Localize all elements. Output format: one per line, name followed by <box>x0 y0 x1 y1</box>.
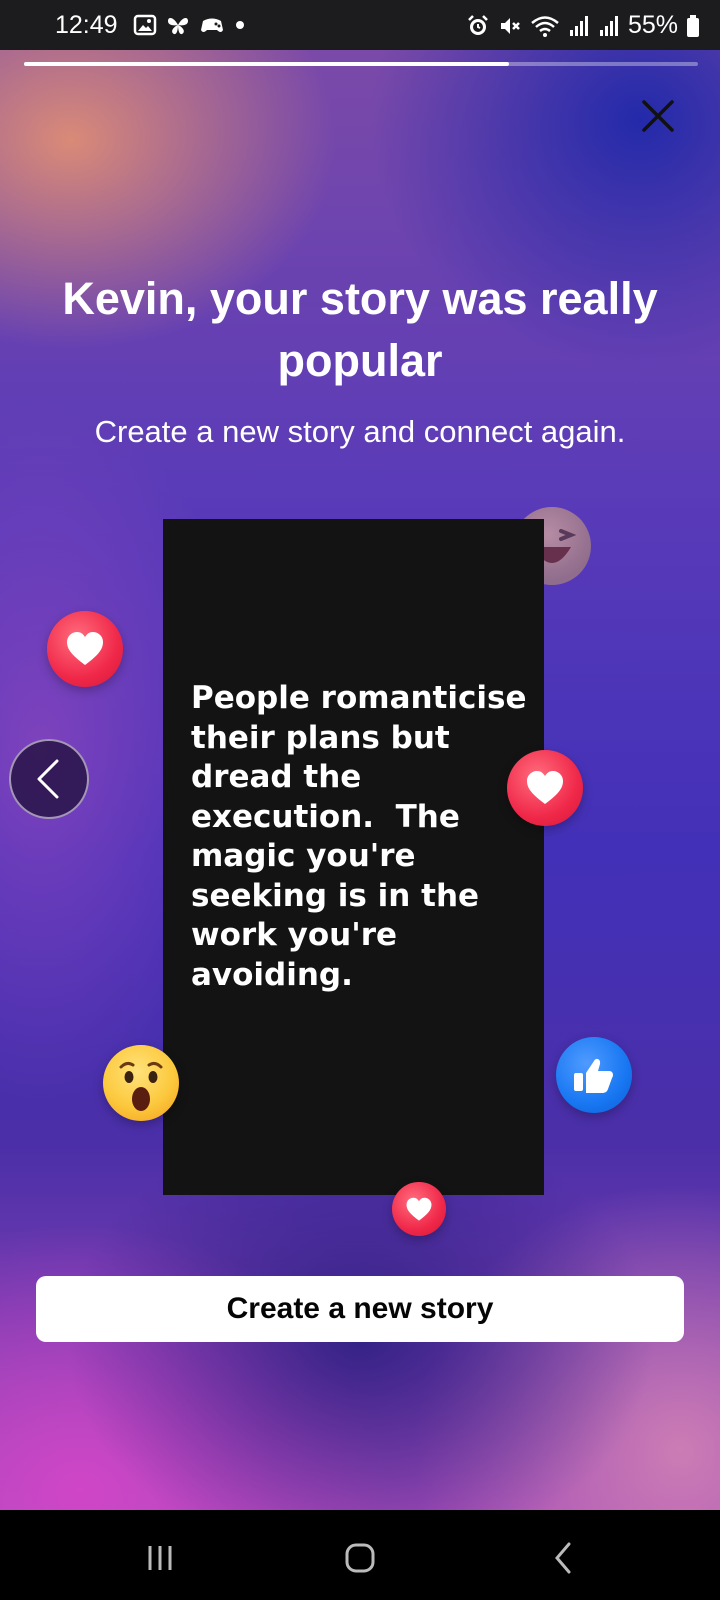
recent-apps-button[interactable] <box>140 1538 180 1578</box>
alarm-icon <box>468 14 488 35</box>
notification-icons <box>133 13 247 37</box>
heart-icon <box>406 1197 432 1221</box>
battery-percent: 55% <box>627 11 678 39</box>
signal-icon <box>599 15 618 36</box>
home-button[interactable] <box>340 1538 380 1578</box>
close-button[interactable] <box>636 94 680 138</box>
wow-emoji <box>103 1045 179 1121</box>
create-new-story-button[interactable]: Create a new story <box>36 1276 684 1342</box>
like-emoji <box>556 1037 632 1113</box>
story-progress-fill <box>24 62 510 66</box>
recent-apps-icon <box>148 1546 172 1570</box>
butterfly-icon <box>168 17 188 35</box>
wifi-icon <box>531 15 559 37</box>
battery-icon <box>687 14 699 37</box>
page-title: Kevin, your story was really popular <box>62 273 658 386</box>
chevron-left-icon <box>37 759 59 799</box>
mute-icon <box>500 17 520 34</box>
system-icons: 55% <box>466 11 700 40</box>
heart-emoji <box>392 1182 446 1236</box>
wow-icon <box>119 1061 163 1111</box>
heart-emoji <box>47 611 123 687</box>
game-icon <box>201 18 223 32</box>
story-preview-card: People romanticise their plans but dread… <box>163 519 544 1195</box>
back-button[interactable] <box>544 1538 584 1578</box>
heart-icon <box>527 771 563 804</box>
previous-button[interactable] <box>9 739 89 819</box>
status-bar: 12:49 55% <box>0 0 720 50</box>
thumbs-up-icon <box>574 1058 613 1093</box>
dot-icon <box>236 21 244 29</box>
signal-icon <box>569 15 588 36</box>
home-icon <box>345 1543 375 1573</box>
heart-icon <box>67 632 103 665</box>
back-icon <box>555 1542 571 1574</box>
system-navigation-bar <box>0 1510 720 1600</box>
gallery-icon <box>133 14 157 36</box>
page-subtitle: Create a new story and connect again. <box>94 414 626 449</box>
status-time: 12:49 <box>55 11 118 39</box>
story-progress-bar <box>24 62 698 66</box>
heart-emoji <box>507 750 583 826</box>
close-icon <box>642 100 674 132</box>
story-text: People romanticise their plans but dread… <box>191 680 538 993</box>
